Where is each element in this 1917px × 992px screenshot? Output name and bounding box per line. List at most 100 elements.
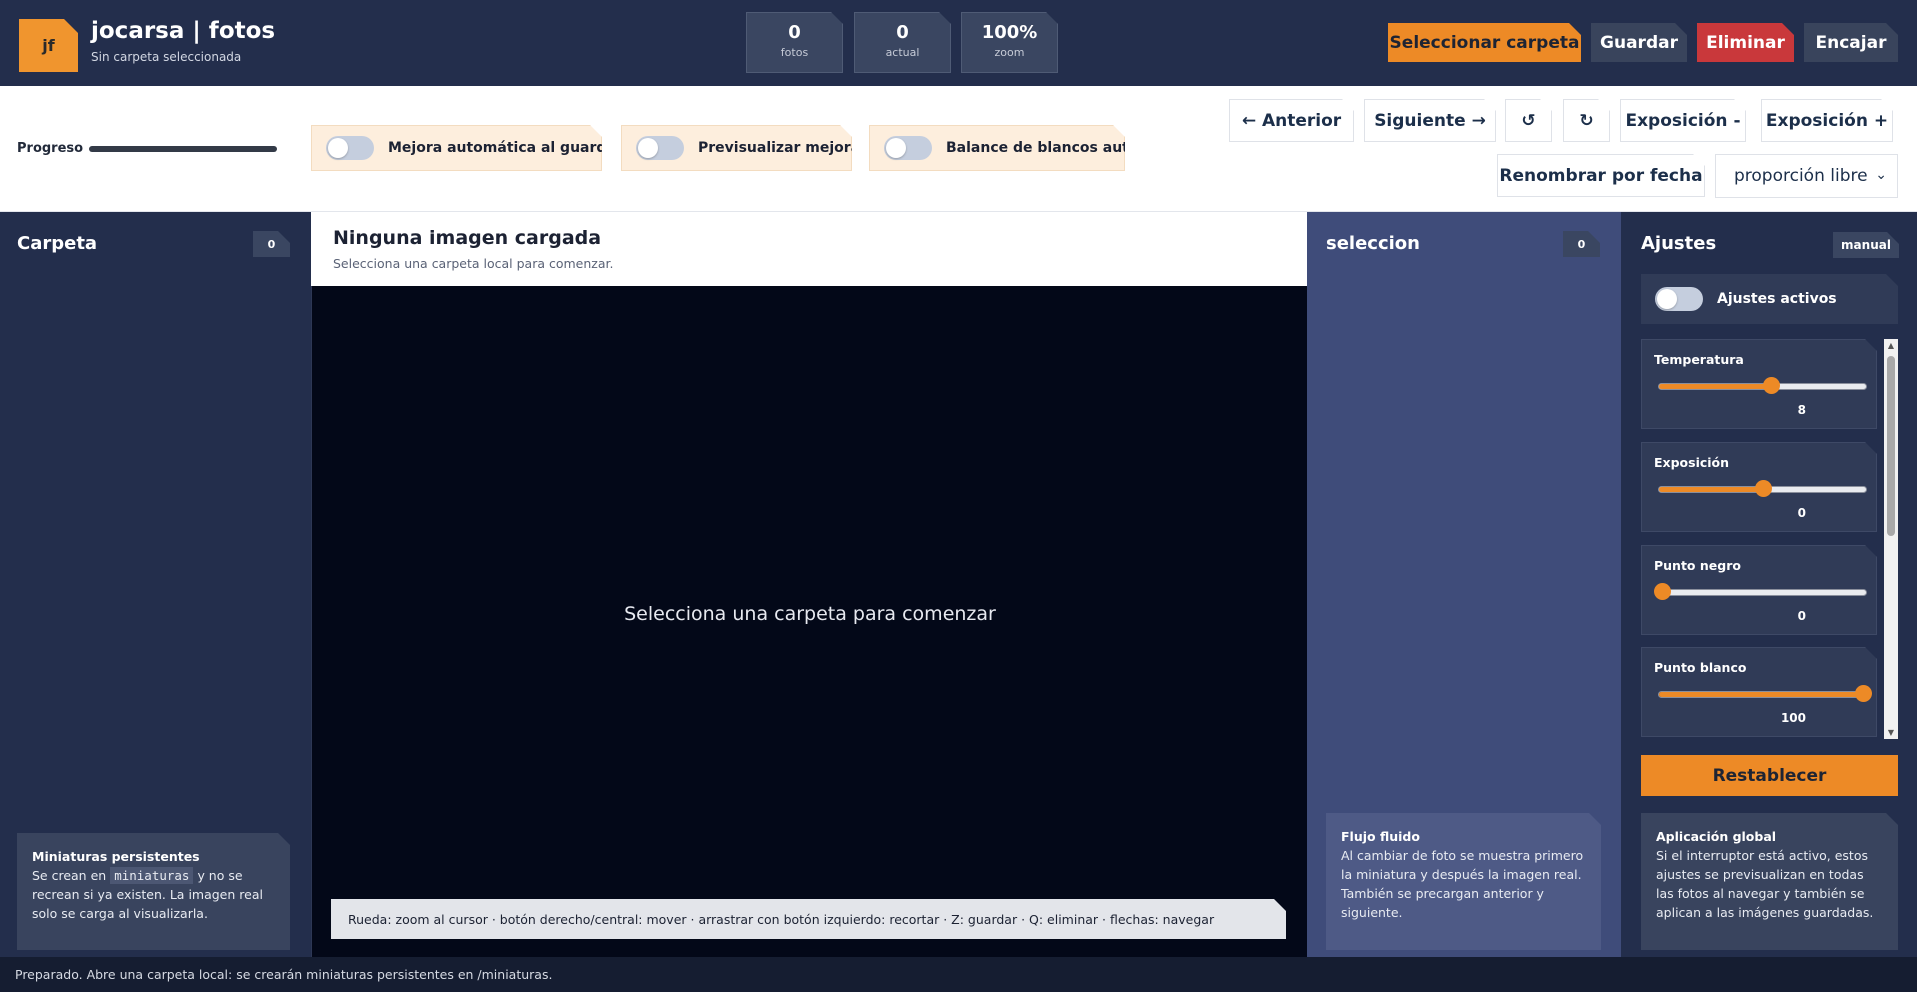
- status-bar: Preparado. Abre una carpeta local: se cr…: [0, 957, 1917, 992]
- aspect-ratio-value: proporción libre: [1734, 166, 1868, 186]
- exposure-thumb[interactable]: [1755, 480, 1772, 497]
- toggle-preview-enhance[interactable]: Previsualizar mejora: [621, 125, 852, 171]
- stat-current-label: actual: [885, 46, 920, 59]
- white-point-thumb[interactable]: [1855, 685, 1872, 702]
- stat-zoom: 100% zoom: [961, 12, 1058, 73]
- folder-panel: Carpeta 0 Miniaturas persistentes Se cre…: [0, 212, 311, 957]
- black-point-thumb[interactable]: [1654, 583, 1671, 600]
- chevron-down-icon: ⌄: [1875, 167, 1887, 183]
- delete-button[interactable]: Eliminar: [1697, 23, 1794, 62]
- next-button[interactable]: Siguiente →: [1364, 99, 1496, 142]
- toggle-auto-white-balance[interactable]: Balance de blancos auto: [869, 125, 1125, 171]
- white-point-slider-card: Punto blanco 100: [1641, 647, 1877, 737]
- exposure-plus-button[interactable]: Exposición +: [1761, 99, 1893, 142]
- temperature-thumb[interactable]: [1763, 377, 1780, 394]
- preview-enhance-label: Previsualizar mejora: [698, 140, 861, 156]
- switch-knob: [328, 138, 348, 158]
- black-point-slider-card: Punto negro 0: [1641, 545, 1877, 635]
- save-button[interactable]: Guardar: [1591, 23, 1687, 62]
- folder-count-badge: 0: [253, 231, 290, 257]
- image-subtitle: Selecciona una carpeta local para comenz…: [333, 256, 614, 271]
- temperature-fill: [1659, 384, 1771, 389]
- toggle-auto-enhance[interactable]: Mejora automática al guardar: [311, 125, 602, 171]
- global-application-info-card: Aplicación global Si el interruptor está…: [1641, 813, 1898, 950]
- white-point-value: 100: [1780, 711, 1806, 725]
- exposure-slider-card: Exposición 0: [1641, 442, 1877, 532]
- auto-enhance-switch[interactable]: [326, 136, 374, 160]
- select-folder-button[interactable]: Seleccionar carpeta: [1388, 23, 1581, 62]
- app-title: jocarsa | fotos: [91, 18, 276, 44]
- thumbnails-info-card: Miniaturas persistentes Se crean en mini…: [17, 833, 290, 950]
- stat-photos: 0 fotos: [746, 12, 843, 73]
- switch-knob: [1657, 289, 1677, 309]
- thumbnails-folder-code: miniaturas: [110, 867, 193, 884]
- rename-by-date-button[interactable]: Renombrar por fecha: [1497, 154, 1705, 197]
- adjustments-panel-title: Ajustes: [1641, 233, 1717, 254]
- folder-status-subtitle: Sin carpeta seleccionada: [91, 50, 242, 64]
- aspect-ratio-select[interactable]: proporción libre ⌄: [1715, 154, 1898, 198]
- stat-current: 0 actual: [854, 12, 951, 73]
- exposure-label: Exposición: [1654, 455, 1730, 470]
- progress-label: Progreso: [17, 141, 84, 156]
- image-viewer[interactable]: Selecciona una carpeta para comenzar Rue…: [311, 286, 1307, 957]
- selection-panel-title: seleccion: [1326, 233, 1420, 254]
- white-point-label: Punto blanco: [1654, 660, 1747, 675]
- image-area: Ninguna imagen cargada Selecciona una ca…: [311, 212, 1307, 957]
- black-point-label: Punto negro: [1654, 558, 1741, 573]
- preview-enhance-switch[interactable]: [636, 136, 684, 160]
- image-title: Ninguna imagen cargada: [333, 227, 602, 249]
- previous-button[interactable]: ← Anterior: [1229, 99, 1354, 142]
- folder-panel-title: Carpeta: [17, 233, 98, 254]
- adjustments-active-switch[interactable]: [1655, 287, 1703, 311]
- viewer-empty-message: Selecciona una carpeta para comenzar: [624, 603, 996, 625]
- temperature-slider-card: Temperatura 8: [1641, 339, 1877, 429]
- switch-knob: [886, 138, 906, 158]
- scroll-up-icon[interactable]: ▲: [1884, 341, 1898, 350]
- progress-fill: [89, 146, 277, 152]
- temperature-value: 8: [1797, 403, 1806, 417]
- stat-photos-label: fotos: [780, 46, 809, 59]
- stat-zoom-value: 100%: [981, 22, 1038, 43]
- rotate-left-icon[interactable]: ↺: [1505, 99, 1552, 142]
- temperature-label: Temperatura: [1654, 352, 1744, 367]
- image-header: Ninguna imagen cargada Selecciona una ca…: [311, 212, 1307, 286]
- stat-zoom-label: zoom: [994, 46, 1025, 59]
- exposure-minus-button[interactable]: Exposición -: [1620, 99, 1746, 142]
- adjustments-active-label: Ajustes activos: [1717, 291, 1837, 307]
- rotate-right-icon[interactable]: ↻: [1563, 99, 1610, 142]
- global-application-info-title: Aplicación global: [1656, 829, 1777, 844]
- auto-white-balance-label: Balance de blancos auto: [946, 140, 1139, 156]
- selection-panel: seleccion 0 Flujo fluido Al cambiar de f…: [1307, 212, 1621, 957]
- switch-knob: [638, 138, 658, 158]
- scroll-down-icon[interactable]: ▼: [1884, 728, 1898, 737]
- shortcuts-hint: Rueda: zoom al cursor · botón derecho/ce…: [331, 899, 1286, 939]
- scrollbar-thumb[interactable]: [1887, 356, 1895, 536]
- black-point-value: 0: [1797, 609, 1806, 623]
- sliders-scrollbar[interactable]: ▲ ▼: [1884, 339, 1898, 739]
- reset-button[interactable]: Restablecer: [1641, 755, 1898, 796]
- toolbar: Progreso Mejora automática al guardar Pr…: [0, 86, 1917, 212]
- app-header: jf jocarsa | fotos Sin carpeta seleccion…: [0, 0, 1917, 86]
- auto-white-balance-switch[interactable]: [884, 136, 932, 160]
- adjustment-sliders: Temperatura 8 Exposición 0 Punto negro 0…: [1641, 339, 1896, 739]
- fluid-flow-info-card: Flujo fluido Al cambiar de foto se muest…: [1326, 813, 1601, 950]
- exposure-value: 0: [1797, 506, 1806, 520]
- auto-enhance-label: Mejora automática al guardar: [388, 140, 623, 156]
- thumbnails-info-title: Miniaturas persistentes: [32, 849, 200, 864]
- exposure-fill: [1659, 487, 1763, 492]
- black-point-track[interactable]: [1658, 589, 1867, 596]
- app-logo: jf: [19, 19, 78, 72]
- stat-current-value: 0: [896, 22, 909, 43]
- progress-bar: [89, 146, 277, 152]
- fluid-flow-info-title: Flujo fluido: [1341, 829, 1420, 844]
- white-point-fill: [1659, 692, 1866, 697]
- white-point-track[interactable]: [1658, 691, 1867, 698]
- stat-photos-value: 0: [788, 22, 801, 43]
- fluid-flow-info-text: Al cambiar de foto se muestra primero la…: [1341, 848, 1584, 920]
- selection-count-badge: 0: [1563, 231, 1600, 257]
- thumbnails-info-pre: Se crean en: [32, 868, 107, 883]
- fit-button[interactable]: Encajar: [1804, 23, 1898, 62]
- adjustments-active-toggle[interactable]: Ajustes activos: [1641, 274, 1898, 324]
- global-application-info-text: Si el interruptor está activo, estos aju…: [1656, 848, 1874, 920]
- adjustments-mode-badge: manual: [1833, 232, 1899, 258]
